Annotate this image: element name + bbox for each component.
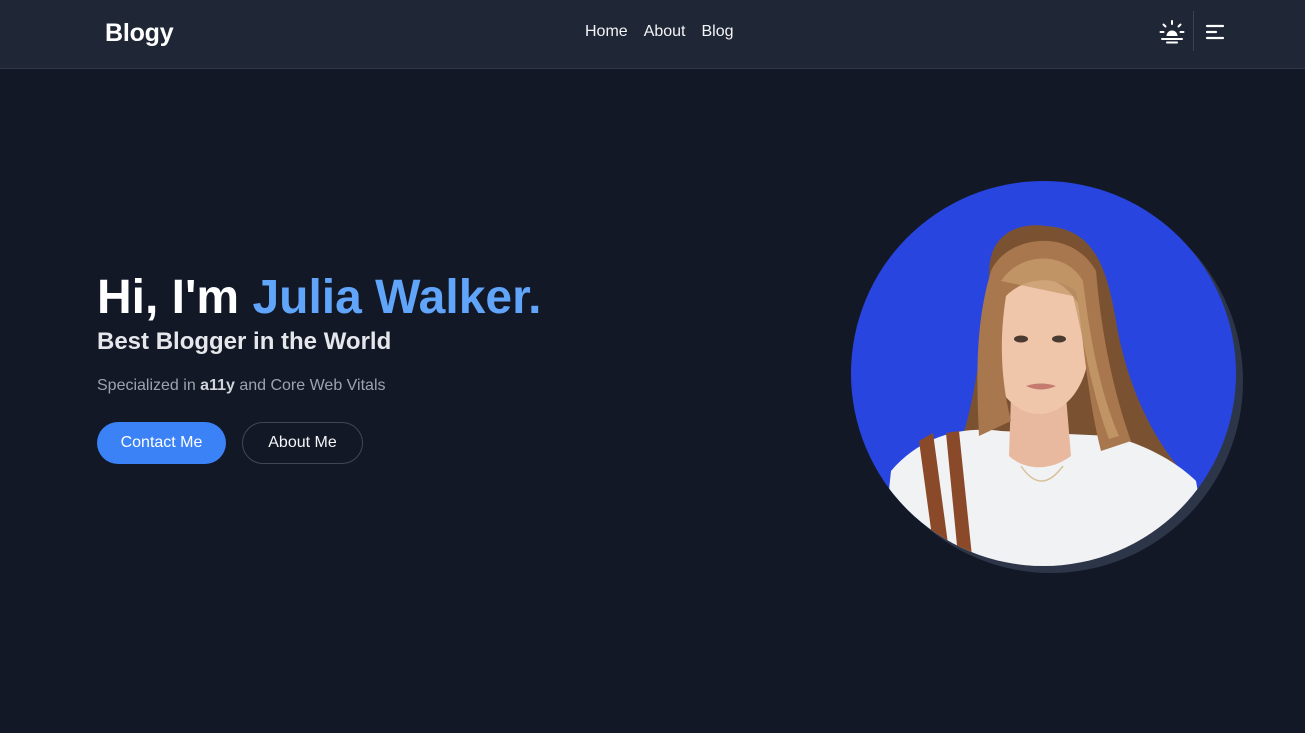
hero-greeting: Hi, I'm [97, 271, 253, 324]
contact-me-button[interactable]: Contact Me [97, 422, 226, 464]
avatar-circle [851, 181, 1236, 566]
nav-link-blog[interactable]: Blog [702, 23, 734, 41]
about-me-button[interactable]: About Me [242, 422, 363, 464]
avatar [851, 181, 1244, 574]
site-logo[interactable]: Blogy [105, 19, 174, 48]
menu-icon [1205, 24, 1225, 40]
tagline-highlight: a11y [200, 377, 235, 394]
nav-link-home[interactable]: Home [585, 23, 628, 41]
tagline-prefix: Specialized in [97, 377, 201, 394]
hero-title: Hi, I'm Julia Walker. [97, 270, 541, 326]
nav-link-about[interactable]: About [644, 23, 686, 41]
tagline-suffix: and Core Web Vitals [234, 377, 386, 394]
hero-subtitle: Best Blogger in the World [97, 328, 392, 355]
nav-divider [1193, 11, 1194, 51]
navbar: Blogy Home About Blog [0, 0, 1305, 69]
theme-toggle-button[interactable] [1158, 18, 1186, 46]
hero-tagline: Specialized in a11y and Core Web Vitals [97, 377, 386, 395]
menu-toggle-button[interactable] [1202, 19, 1228, 45]
sun-icon [1159, 20, 1185, 44]
hero-name: Julia Walker. [252, 271, 542, 324]
main-nav: Home About Blog [585, 23, 734, 41]
portrait-photo [881, 225, 1211, 566]
